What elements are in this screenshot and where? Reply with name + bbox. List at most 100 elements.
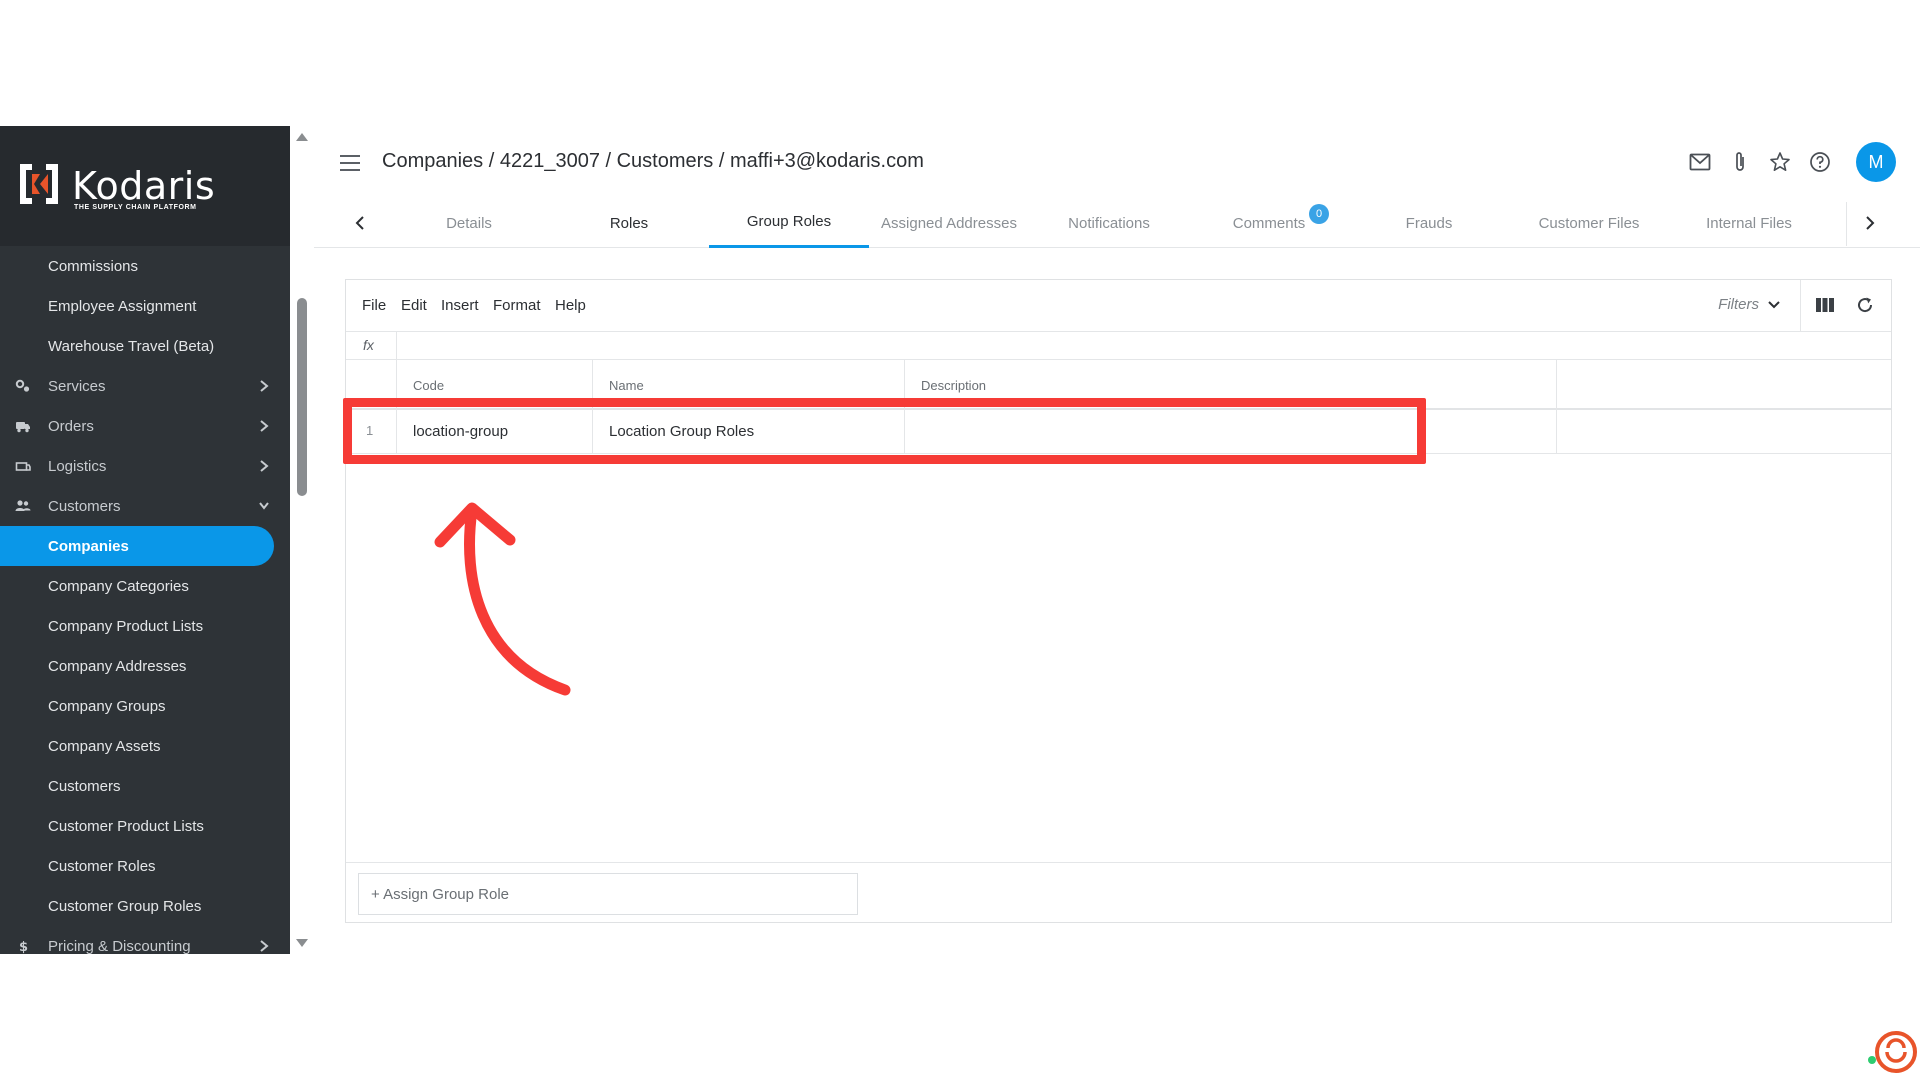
paperclip-icon[interactable] (1728, 150, 1752, 174)
tab-label: Frauds (1405, 214, 1453, 232)
tab-frauds[interactable]: Frauds (1349, 198, 1509, 248)
grid-header-row: Code Name Description (346, 360, 1891, 410)
sidebar-item-label: Company Categories (48, 577, 189, 595)
sidebar-item-services[interactable]: Services (0, 366, 290, 406)
tab-roles[interactable]: Roles (549, 198, 709, 248)
menu-format[interactable]: Format (493, 297, 541, 314)
tab-bar: Details Roles Group Roles Assigned Addresse… (314, 198, 1920, 248)
table-row[interactable]: 1 location-group Location Group Roles (346, 410, 1891, 454)
column-header-description[interactable]: Description (905, 360, 1557, 410)
group-roles-grid-panel: File Edit Insert Format Help Filters fx … (345, 279, 1892, 923)
chevron-right-icon (258, 458, 270, 474)
app-window: Kodaris THE SUPPLY CHAIN PLATFORM Commis… (0, 126, 1920, 1073)
chevron-down-icon (258, 498, 270, 514)
assign-group-role-button[interactable]: + Assign Group Role (358, 873, 858, 915)
top-bar: Companies / 4221_3007 / Customers / maff… (314, 126, 1920, 198)
tab-internal-files[interactable]: Internal Files (1669, 198, 1829, 248)
people-icon (15, 498, 31, 514)
sidebar-item-warehouse-travel-beta[interactable]: Warehouse Travel (Beta) (0, 326, 290, 366)
tab-assigned-addresses[interactable]: Assigned Addresses (869, 198, 1029, 248)
sidebar-item-label: Logistics (48, 457, 107, 475)
sidebar-item-label: Customers (48, 497, 121, 515)
tab-label: Internal Files (1706, 214, 1792, 232)
sidebar-item-logistics[interactable]: Logistics (0, 446, 290, 486)
sidebar-item-companies[interactable]: Companies (0, 526, 274, 566)
tab-group-roles[interactable]: Group Roles (709, 198, 869, 248)
sidebar-item-label: Customer Product Lists (48, 817, 204, 835)
sidebar: Kodaris THE SUPPLY CHAIN PLATFORM Commis… (0, 126, 290, 955)
sidebar-item-company-groups[interactable]: Company Groups (0, 686, 290, 726)
tab-scroll-right-icon[interactable] (1864, 214, 1876, 232)
screenshot-canvas: Kodaris THE SUPPLY CHAIN PLATFORM Commis… (0, 0, 1920, 1080)
columns-icon[interactable] (1815, 296, 1835, 314)
kodaris-logo-icon (20, 164, 58, 204)
refresh-icon[interactable] (1855, 295, 1875, 315)
sidebar-item-customers[interactable]: Customers (0, 766, 290, 806)
sidebar-item-label: Company Addresses (48, 657, 187, 675)
sidebar-item-customer-group-roles[interactable]: Customer Group Roles (0, 886, 290, 926)
services-icon (15, 378, 31, 394)
row-number: 1 (346, 410, 397, 453)
menu-insert[interactable]: Insert (441, 297, 479, 314)
menu-edit[interactable]: Edit (401, 297, 427, 314)
sidebar-item-company-product-lists[interactable]: Company Product Lists (0, 606, 290, 646)
sidebar-item-label: Companies (48, 537, 129, 555)
mail-icon[interactable] (1688, 150, 1712, 174)
scroll-down-icon[interactable] (295, 938, 309, 948)
tab-comments[interactable]: Comments 0 (1189, 198, 1349, 248)
dollar-icon: $ (15, 938, 31, 955)
sidebar-item-label: Services (48, 377, 106, 395)
tab-label: Comments (1232, 214, 1306, 232)
formula-divider (396, 332, 397, 360)
filters-dropdown[interactable]: Filters (1718, 296, 1781, 313)
cell-description[interactable] (905, 410, 1557, 453)
sidebar-item-label: Company Assets (48, 737, 161, 755)
sidebar-item-orders[interactable]: Orders (0, 406, 290, 446)
data-grid: Code Name Description 1 location-group L… (346, 360, 1891, 454)
tab-label: Roles (609, 214, 649, 232)
sidebar-item-label: Orders (48, 417, 94, 435)
tab-customer-files[interactable]: Customer Files (1509, 198, 1669, 248)
star-icon[interactable] (1768, 150, 1792, 174)
sidebar-scrollbar[interactable] (290, 126, 314, 954)
sidebar-item-label: Customer Roles (48, 857, 156, 875)
sidebar-item-employee-assignment[interactable]: Employee Assignment (0, 286, 290, 326)
column-header-code[interactable]: Code (397, 360, 593, 410)
tab-notifications[interactable]: Notifications (1029, 198, 1189, 248)
hamburger-menu-icon[interactable] (340, 154, 362, 172)
tab-details[interactable]: Details (389, 198, 549, 248)
sidebar-item-label: Warehouse Travel (Beta) (48, 337, 215, 355)
chat-support-icon[interactable] (1866, 1026, 1918, 1078)
sidebar-item-label: Employee Assignment (48, 297, 197, 315)
sidebar-item-customer-roles[interactable]: Customer Roles (0, 846, 290, 886)
chevron-right-icon (258, 938, 270, 954)
scroll-up-icon[interactable] (295, 132, 309, 142)
cell-code[interactable]: location-group (397, 410, 593, 453)
filters-label: Filters (1718, 296, 1759, 313)
tab-label: Group Roles (746, 213, 832, 230)
cell-name[interactable]: Location Group Roles (593, 410, 905, 453)
sidebar-item-label: Customer Group Roles (48, 897, 202, 915)
chevron-right-icon (258, 378, 270, 394)
sidebar-item-pricing-discounting[interactable]: $ Pricing & Discounting (0, 926, 290, 966)
tab-divider (1846, 202, 1847, 246)
logo-wordmark: Kodaris (72, 164, 216, 208)
truck-icon (15, 418, 31, 434)
menu-file[interactable]: File (362, 297, 386, 314)
sidebar-item-customer-product-lists[interactable]: Customer Product Lists (0, 806, 290, 846)
user-avatar[interactable]: M (1856, 142, 1896, 182)
column-header-name[interactable]: Name (593, 360, 905, 410)
sidebar-item-commissions[interactable]: Commissions (0, 246, 290, 286)
tab-scroll-left-icon[interactable] (354, 214, 366, 232)
sidebar-item-company-categories[interactable]: Company Categories (0, 566, 290, 606)
logistics-icon (15, 458, 31, 474)
menu-help[interactable]: Help (555, 297, 586, 314)
sidebar-item-customers[interactable]: Customers (0, 486, 290, 526)
sidebar-item-label: Company Groups (48, 697, 166, 715)
tab-label: Customer Files (1538, 214, 1640, 232)
help-icon[interactable] (1808, 150, 1832, 174)
sidebar-item-company-addresses[interactable]: Company Addresses (0, 646, 290, 686)
scrollbar-thumb[interactable] (297, 298, 307, 496)
chevron-right-icon (258, 418, 270, 434)
sidebar-item-company-assets[interactable]: Company Assets (0, 726, 290, 766)
